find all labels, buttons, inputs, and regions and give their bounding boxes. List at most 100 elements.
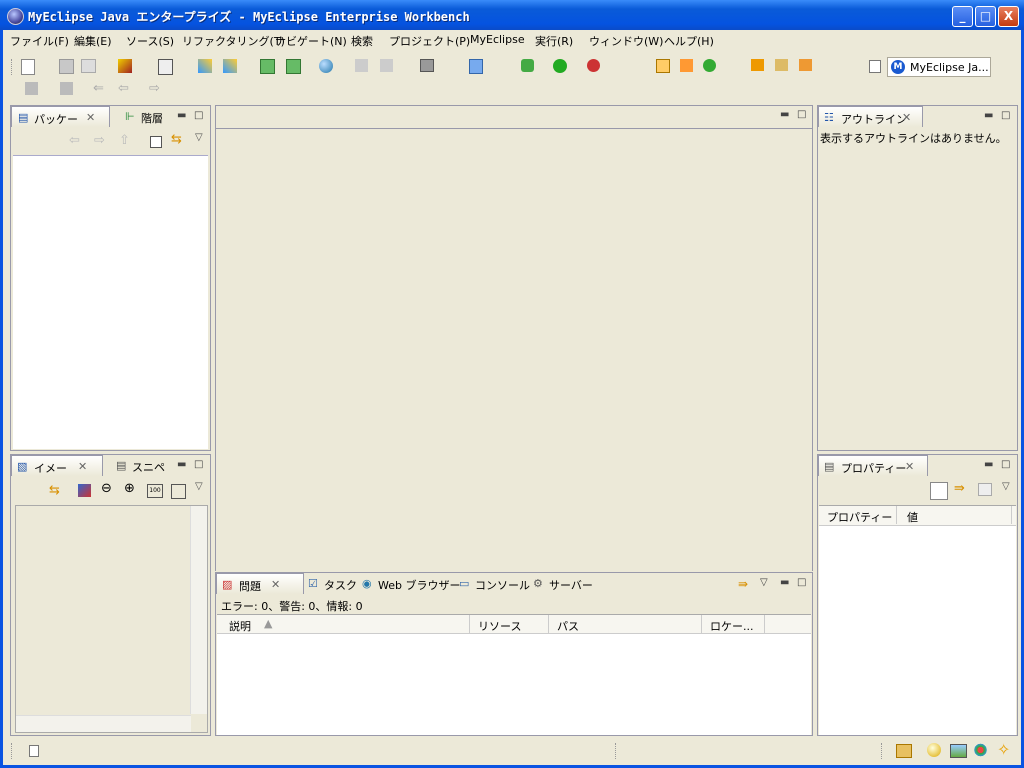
refresh-icon[interactable] [380, 59, 393, 72]
last-edit-icon[interactable]: ⇐ [93, 82, 109, 98]
open-icon[interactable] [355, 59, 368, 72]
tab-outline[interactable]: ☷ アウトライン ✕ [818, 106, 923, 127]
view-forward-icon[interactable]: ⇨ [94, 133, 105, 148]
tab-package-explorer[interactable]: ▤ パッケー ✕ [11, 106, 110, 127]
minimize-button[interactable]: _ [952, 6, 973, 27]
deploy-icon[interactable] [118, 59, 132, 73]
build-icon[interactable] [469, 59, 483, 74]
maximize-view-icon[interactable]: □ [194, 110, 203, 121]
column-property[interactable]: プロパティー [819, 506, 897, 524]
actual-size-icon[interactable]: 100 [147, 484, 163, 498]
forward-icon[interactable]: ⇨ [149, 82, 165, 98]
menu-source[interactable]: ソース(S) [126, 33, 174, 49]
categories-icon[interactable] [930, 482, 948, 500]
view-menu-icon[interactable]: ▽ [195, 132, 203, 143]
tab-web-browser[interactable]: ◉ Web ブラウザー [360, 573, 460, 594]
open-perspective-icon[interactable] [869, 60, 881, 73]
package-tree[interactable] [13, 155, 208, 449]
tab-hierarchy[interactable]: ⊩ 階層 [121, 106, 176, 127]
maximize-button[interactable]: □ [975, 6, 996, 27]
minimize-view-icon[interactable]: ▬ [984, 459, 993, 470]
annotation-icon[interactable] [25, 82, 38, 95]
horizontal-scrollbar[interactable] [16, 715, 191, 732]
tab-problems[interactable]: ▨ 問題 ✕ [216, 573, 304, 594]
maximize-view-icon[interactable]: □ [1001, 459, 1010, 470]
title-bar[interactable]: MyEclipse Java エンタープライズ - MyEclipse Ente… [0, 0, 1024, 30]
column-value[interactable]: 値 [897, 506, 1012, 524]
search-icon[interactable] [775, 59, 788, 71]
previous-annotation-icon[interactable] [60, 82, 73, 95]
tab-servers[interactable]: ⚙ サーバー [531, 573, 597, 594]
minimize-view-icon[interactable]: ▬ [780, 577, 789, 588]
link-editor-icon[interactable]: ⇆ [171, 132, 182, 147]
wizard-icon[interactable] [198, 59, 212, 73]
properties-table[interactable]: プロパティー 値 [819, 505, 1016, 735]
close-tab-icon[interactable]: ✕ [86, 111, 95, 124]
view-back-icon[interactable]: ⇦ [69, 133, 80, 148]
new-package-icon[interactable] [680, 59, 693, 72]
minimize-view-icon[interactable]: ▬ [177, 459, 186, 470]
image-canvas[interactable] [15, 505, 208, 733]
close-tab-icon[interactable]: ✕ [902, 111, 911, 124]
problems-table[interactable]: 説明 ▲ リソース パス ロケー... [217, 614, 811, 735]
tab-snippets[interactable]: ▤ スニペ [113, 455, 175, 476]
maximize-view-icon[interactable]: □ [194, 459, 203, 470]
zoom-out-icon[interactable]: ⊖ [101, 481, 112, 496]
print-icon[interactable] [81, 59, 96, 73]
menu-window[interactable]: ウィンドウ(W) [589, 33, 663, 49]
tab-tasks[interactable]: ☑ タスク [306, 573, 358, 594]
maximize-view-icon[interactable]: □ [1001, 110, 1010, 121]
menu-navigate[interactable]: ナビゲート(N) [275, 33, 347, 49]
menu-help[interactable]: ヘルプ(H) [664, 33, 714, 49]
new-icon[interactable] [21, 59, 35, 75]
column-location[interactable]: ロケー... [702, 615, 765, 633]
menu-run[interactable]: 実行(R) [535, 33, 573, 49]
close-tab-icon[interactable]: ✕ [271, 578, 280, 591]
column-path[interactable]: パス [549, 615, 702, 633]
view-menu-icon[interactable]: ▽ [195, 481, 203, 492]
server-icon[interactable] [158, 59, 173, 75]
debug-icon[interactable] [521, 59, 534, 72]
external-tools-icon[interactable] [587, 59, 600, 72]
view-up-icon[interactable]: ⇧ [119, 133, 130, 148]
tab-console[interactable]: ▭ コンソール [457, 573, 530, 594]
menu-refactor[interactable]: リファクタリング(T) [182, 33, 285, 49]
menu-file[interactable]: ファイル(F) [10, 33, 69, 49]
tray-image-icon[interactable] [950, 744, 967, 758]
fast-view-icon[interactable] [29, 745, 39, 757]
editor-body[interactable] [216, 128, 812, 571]
back-icon[interactable]: ⇦ [118, 82, 134, 98]
filter-advanced-icon[interactable]: ⇛ [954, 481, 965, 496]
zoom-fit-icon[interactable] [171, 484, 186, 499]
tray-bulb-icon[interactable] [927, 743, 941, 757]
view-menu-icon[interactable]: ▽ [1002, 481, 1010, 492]
open-type-icon[interactable] [751, 59, 764, 71]
perspective-switcher[interactable]: M MyEclipse Ja... [887, 57, 991, 77]
globe-icon[interactable] [319, 59, 333, 73]
jsp-icon[interactable] [260, 59, 275, 74]
restore-default-icon[interactable] [978, 483, 992, 496]
maximize-view-icon[interactable]: □ [797, 577, 806, 588]
vertical-scrollbar[interactable] [190, 506, 207, 714]
wizard-2-icon[interactable] [223, 59, 237, 73]
tab-image[interactable]: ▧ イメー ✕ [11, 455, 103, 476]
close-tab-icon[interactable]: ✕ [905, 460, 914, 473]
run-icon[interactable] [553, 59, 567, 73]
save-icon[interactable] [59, 59, 74, 74]
camera-icon[interactable] [420, 59, 434, 72]
zoom-in-icon[interactable]: ⊕ [124, 481, 135, 496]
close-button[interactable]: X [998, 6, 1019, 27]
minimize-view-icon[interactable]: ▬ [177, 110, 186, 121]
menu-edit[interactable]: 編集(E) [74, 33, 112, 49]
minimize-view-icon[interactable]: ▬ [984, 110, 993, 121]
tray-palette-icon[interactable] [973, 743, 988, 757]
column-description[interactable]: 説明 ▲ [217, 615, 470, 633]
servlet-icon[interactable] [286, 59, 301, 74]
new-project-icon[interactable] [656, 59, 670, 73]
task-icon[interactable] [799, 59, 812, 71]
menu-myeclipse[interactable]: MyEclipse [470, 33, 525, 46]
minimize-editor-icon[interactable]: ▬ [780, 109, 789, 120]
link-icon[interactable]: ⇆ [49, 483, 60, 498]
maximize-editor-icon[interactable]: □ [797, 109, 806, 120]
collapse-all-icon[interactable] [150, 136, 162, 148]
